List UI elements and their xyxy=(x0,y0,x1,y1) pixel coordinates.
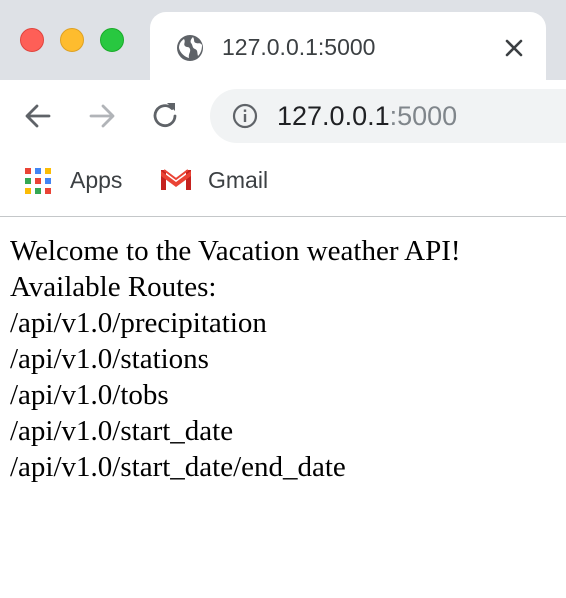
info-icon[interactable] xyxy=(232,103,258,129)
tab-strip: 127.0.0.1:5000 xyxy=(0,0,566,80)
globe-icon xyxy=(175,33,205,63)
apps-grid-icon xyxy=(24,167,52,195)
routes-heading: Available Routes: xyxy=(10,271,217,303)
route-item: /api/v1.0/start_date xyxy=(10,415,234,447)
bookmarks-bar: Apps Gmail xyxy=(0,152,566,217)
url-host: 127.0.0.1 xyxy=(277,101,390,131)
reload-icon[interactable] xyxy=(150,100,182,132)
welcome-text: Welcome to the Vacation weather API! xyxy=(10,235,461,267)
toolbar: 127.0.0.1:5000 xyxy=(0,80,566,152)
browser-tab[interactable]: 127.0.0.1:5000 xyxy=(150,12,546,80)
route-item: /api/v1.0/tobs xyxy=(10,379,169,411)
close-tab-icon[interactable] xyxy=(500,34,528,62)
route-item: /api/v1.0/stations xyxy=(10,343,209,375)
page-content: Welcome to the Vacation weather API! Ava… xyxy=(10,233,461,485)
forward-arrow-icon[interactable] xyxy=(86,100,118,132)
window-close-button[interactable] xyxy=(20,28,44,52)
window-maximize-button[interactable] xyxy=(100,28,124,52)
route-item: /api/v1.0/precipitation xyxy=(10,307,267,339)
tab-title: 127.0.0.1:5000 xyxy=(222,34,376,60)
bookmark-label: Gmail xyxy=(208,167,269,193)
route-item: /api/v1.0/start_date/end_date xyxy=(10,451,346,483)
url-port: :5000 xyxy=(389,101,458,131)
url-text[interactable]: 127.0.0.1:5000 xyxy=(277,100,457,132)
gmail-icon xyxy=(160,167,192,198)
back-arrow-icon[interactable] xyxy=(22,100,54,132)
bookmark-label: Apps xyxy=(70,167,123,193)
window-minimize-button[interactable] xyxy=(60,28,84,52)
address-bar[interactable]: 127.0.0.1:5000 xyxy=(210,89,566,143)
